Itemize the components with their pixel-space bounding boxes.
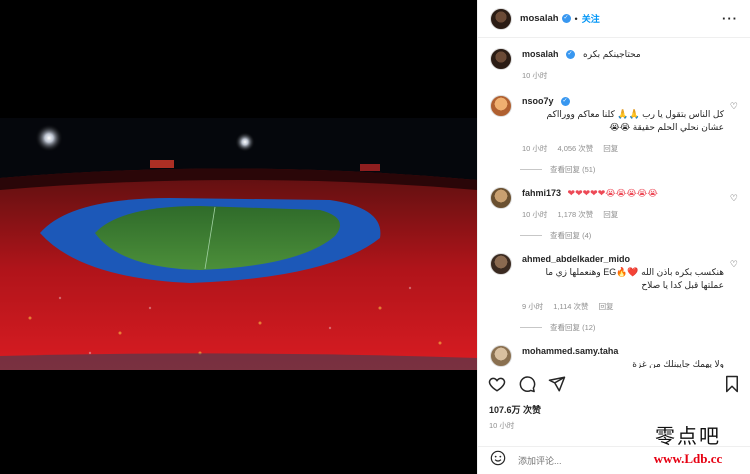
like-count[interactable]: 107.6万 次赞	[489, 403, 541, 416]
heart-icon[interactable]: ♡	[730, 101, 738, 112]
bookmark-icon[interactable]	[723, 375, 741, 393]
comment-username[interactable]: mohammed.samy.taha	[522, 346, 618, 356]
comment-likes[interactable]: 1,114 次赞	[553, 301, 588, 312]
comment-text: هنكسب بكره باذن الله ❤️🔥EG وهنعملها زي م…	[545, 267, 724, 290]
comment-text: ❤❤❤❤❤😭😭😭😭😭	[567, 188, 658, 198]
comment-time: 9 小时	[522, 302, 544, 311]
comment-time: 10 小时	[522, 144, 548, 153]
avatar[interactable]	[490, 345, 512, 367]
reply-button[interactable]: 回复	[603, 209, 618, 220]
post-sidebar: mosalah ✓ • 关注 ··· mosalah ✓ محتاجينكم بك…	[477, 0, 750, 474]
comment-input[interactable]	[518, 455, 638, 466]
comment-text: ولا يهمك جايبنلك من غزة	[632, 359, 724, 368]
avatar[interactable]	[490, 253, 512, 275]
comment: ahmed_abdelkader_mido هنكسب بكره باذن ال…	[490, 253, 738, 312]
comment-likes[interactable]: 4,056 次赞	[557, 143, 593, 154]
comment-time: 10 小时	[522, 210, 548, 219]
avatar[interactable]	[490, 187, 512, 209]
avatar[interactable]	[490, 48, 512, 70]
comment-bubble-icon[interactable]	[518, 375, 536, 393]
watermark-url: www.Ldb.cc	[653, 451, 723, 466]
reply-button[interactable]: 回复	[599, 301, 614, 312]
avatar[interactable]	[490, 95, 512, 117]
comment: mohammed.samy.taha ولا يهمك جايبنلك من غ…	[490, 345, 738, 368]
separator-dot: •	[574, 13, 578, 24]
like-heart-icon[interactable]	[488, 375, 506, 393]
avatar[interactable]	[490, 7, 512, 30]
caption: mosalah ✓ محتاجينكم بكره 10 小时	[490, 48, 738, 81]
view-replies-button[interactable]: 查看回复 (4)	[520, 230, 738, 241]
comment-username[interactable]: fahmi173	[522, 188, 561, 198]
stadium-photo	[0, 118, 477, 370]
comment-likes[interactable]: 1,178 次赞	[557, 209, 593, 220]
heart-icon[interactable]: ♡	[730, 193, 738, 204]
comment: nsoo7y ✓ كل الناس بتقول يا رب 🙏🙏 كلنا معا…	[490, 95, 738, 154]
heart-icon[interactable]: ♡	[730, 259, 738, 270]
caption-time: 10 小时	[522, 71, 548, 80]
caption-author[interactable]: mosalah	[522, 49, 559, 59]
verified-badge-icon: ✓	[565, 50, 575, 60]
more-horizontal-icon[interactable]: ···	[722, 11, 738, 26]
verified-badge-icon: ✓	[560, 97, 570, 107]
comment-text: كل الناس بتقول يا رب 🙏🙏 كلنا معاكم ووراا…	[546, 109, 724, 132]
post-header: mosalah ✓ • 关注 ···	[478, 0, 750, 38]
post-actions	[478, 372, 750, 396]
comment-username[interactable]: nsoo7y	[522, 96, 554, 106]
share-send-icon[interactable]	[548, 375, 566, 393]
post-media[interactable]	[0, 0, 477, 474]
emoji-icon[interactable]	[490, 450, 506, 471]
comments-list[interactable]: mosalah ✓ محتاجينكم بكره 10 小时 nsoo7y ✓ كل…	[478, 38, 750, 368]
verified-badge-icon: ✓	[561, 14, 571, 23]
caption-text: محتاجينكم بكره	[583, 49, 641, 59]
follow-button[interactable]: 关注	[582, 12, 600, 25]
watermark-title: 零点吧	[655, 424, 721, 448]
view-replies-button[interactable]: 查看回复 (12)	[520, 322, 738, 333]
comment-username[interactable]: ahmed_abdelkader_mido	[522, 254, 630, 264]
reply-button[interactable]: 回复	[603, 143, 618, 154]
view-replies-button[interactable]: 查看回复 (51)	[520, 164, 738, 175]
comment: fahmi173 ❤❤❤❤❤😭😭😭😭😭 10 小时 1,178 次赞 回复 ♡	[490, 187, 738, 220]
author-username[interactable]: mosalah	[520, 13, 559, 24]
watermark-logo: 零点吧 www.Ldb.cc	[628, 420, 748, 472]
post-time: 10 小时	[489, 421, 515, 430]
